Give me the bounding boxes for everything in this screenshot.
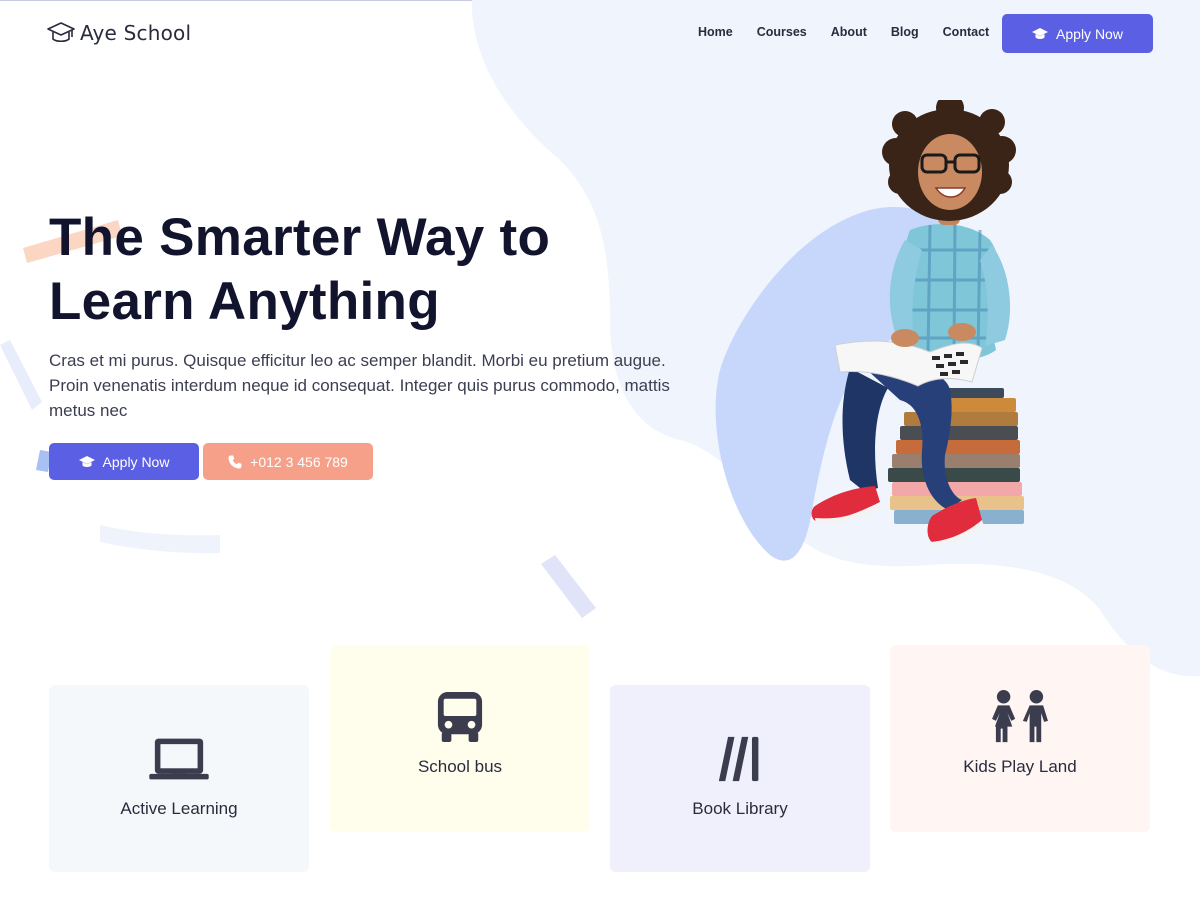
feature-label-active-learning: Active Learning <box>120 799 238 818</box>
nav-link-blog[interactable]: Blog <box>891 25 919 39</box>
graduation-cap-icon <box>47 22 75 43</box>
graduation-cap-icon <box>78 455 95 467</box>
feature-card-book-library[interactable]: Book Library <box>610 685 870 872</box>
nav-link-contact[interactable]: Contact <box>943 25 990 39</box>
hero-phone-button[interactable]: +012 3 456 789 <box>203 443 373 480</box>
hero-description: Cras et mi purus. Quisque efficitur leo … <box>49 351 670 420</box>
feature-label-kids-play-land: Kids Play Land <box>963 757 1077 776</box>
hero-title: The Smarter Way to Learn Anything <box>49 206 689 334</box>
hero-title-line-2: Learn Anything <box>49 272 440 331</box>
graduation-cap-icon <box>1032 27 1049 39</box>
hero-apply-label: Apply Now <box>102 453 170 470</box>
hero-student-image <box>715 100 1024 561</box>
books-icon <box>708 731 772 787</box>
site-name: Aye School <box>80 21 192 45</box>
laptop-icon <box>147 731 211 787</box>
feature-card-school-bus[interactable]: School bus <box>330 645 590 832</box>
nav-link-home[interactable]: Home <box>698 25 733 39</box>
hero-phone-label: +012 3 456 789 <box>250 453 348 470</box>
feature-card-active-learning[interactable]: Active Learning <box>49 685 309 872</box>
decor-lavender-stroke <box>541 555 596 618</box>
hero-title-line-1: The Smarter Way to <box>49 208 551 267</box>
phone-icon <box>228 455 242 468</box>
nav-link-about[interactable]: About <box>831 25 867 39</box>
nav-link-courses[interactable]: Courses <box>757 25 807 39</box>
feature-label-book-library: Book Library <box>692 799 788 818</box>
header-apply-button[interactable]: Apply Now <box>1002 14 1153 53</box>
hero-apply-button[interactable]: Apply Now <box>49 443 199 480</box>
feature-card-kids-play-land[interactable]: Kids Play Land <box>890 645 1150 832</box>
decor-arc <box>100 525 220 554</box>
main-nav: Home Courses About Blog Contact <box>698 25 989 39</box>
header-apply-label: Apply Now <box>1056 25 1123 42</box>
children-icon <box>988 689 1052 745</box>
feature-label-school-bus: School bus <box>417 757 503 776</box>
bus-icon <box>428 689 492 745</box>
site-logo[interactable]: Aye School <box>46 20 191 46</box>
decor-blue-stroke-left <box>0 340 42 410</box>
